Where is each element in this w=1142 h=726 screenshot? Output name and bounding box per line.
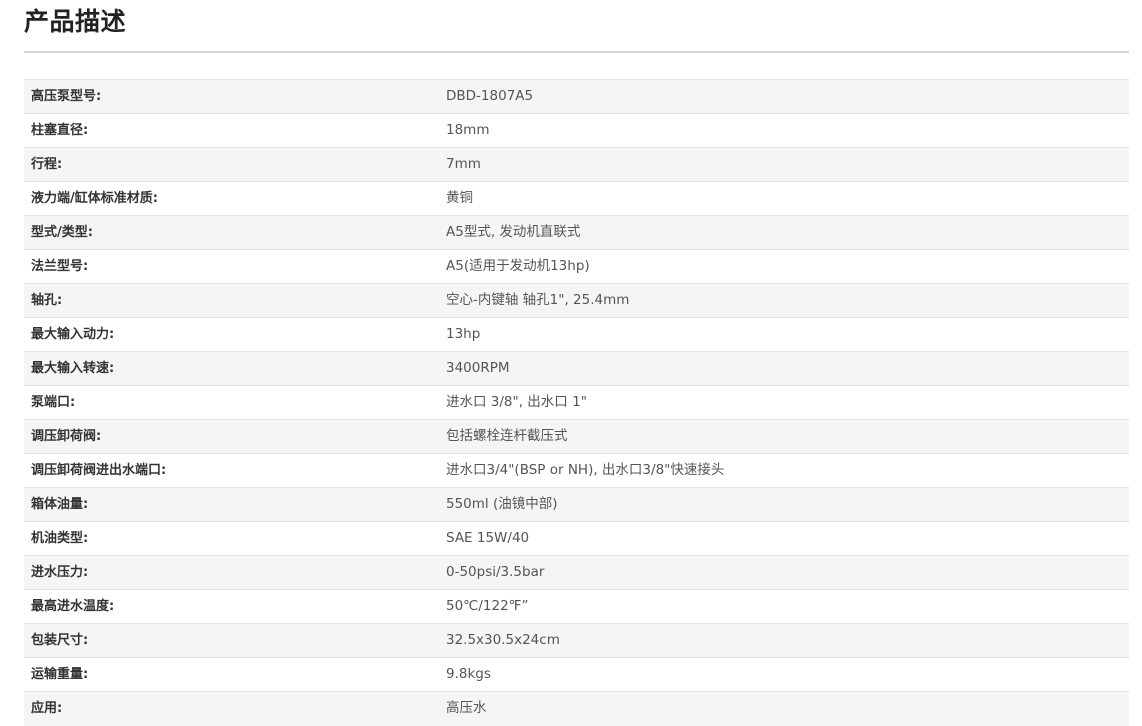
table-row: 机油类型: SAE 15W/40 [24,521,1129,556]
spec-value: A5型式, 发动机直联式 [439,215,1129,250]
spec-value: 3400RPM [439,351,1129,386]
spec-label: 轴孔: [24,283,439,318]
table-row: 应用: 高压水 [24,691,1129,726]
spec-label: 最大输入动力: [24,317,439,352]
table-row: 箱体油量: 550ml (油镜中部) [24,487,1129,522]
table-row: 最高进水温度: 50℃/122℉” [24,589,1129,624]
spec-label: 进水压力: [24,555,439,590]
table-row: 行程: 7mm [24,147,1129,182]
spec-label: 行程: [24,147,439,182]
spec-label: 最大输入转速: [24,351,439,386]
table-row: 最大输入转速: 3400RPM [24,351,1129,386]
table-row: 包装尺寸: 32.5x30.5x24cm [24,623,1129,658]
spec-label: 运输重量: [24,657,439,692]
spec-label: 液力端/缸体标准材质: [24,181,439,216]
table-row: 法兰型号: A5(适用于发动机13hp) [24,249,1129,284]
table-row: 高压泵型号: DBD-1807A5 [24,79,1129,114]
spec-value: 32.5x30.5x24cm [439,623,1129,658]
spec-label: 应用: [24,691,439,726]
spec-value: 进水口3/4"(BSP or NH), 出水口3/8"快速接头 [439,453,1129,488]
spec-table: 高压泵型号: DBD-1807A5 柱塞直径: 18mm 行程: 7mm 液力端… [24,79,1129,726]
table-row: 轴孔: 空心-内键轴 轴孔1", 25.4mm [24,283,1129,318]
spec-value: 进水口 3/8", 出水口 1" [439,385,1129,420]
spec-value: 7mm [439,147,1129,182]
spec-value: 包括螺栓连杆截压式 [439,419,1129,454]
spec-value: 黄铜 [439,181,1129,216]
table-row: 型式/类型: A5型式, 发动机直联式 [24,215,1129,250]
spec-value: 550ml (油镜中部) [439,487,1129,522]
spec-value: 空心-内键轴 轴孔1", 25.4mm [439,283,1129,318]
spec-value: SAE 15W/40 [439,521,1129,556]
spec-value: DBD-1807A5 [439,79,1129,114]
spec-label: 型式/类型: [24,215,439,250]
table-row: 调压卸荷阀: 包括螺栓连杆截压式 [24,419,1129,454]
title-divider [24,51,1129,53]
page-title: 产品描述 [24,7,127,36]
spec-value: 18mm [439,113,1129,148]
spec-label: 高压泵型号: [24,79,439,114]
table-row: 液力端/缸体标准材质: 黄铜 [24,181,1129,216]
table-row: 运输重量: 9.8kgs [24,657,1129,692]
spec-label: 最高进水温度: [24,589,439,624]
spec-label: 包装尺寸: [24,623,439,658]
spec-label: 调压卸荷阀: [24,419,439,454]
spec-value: 9.8kgs [439,657,1129,692]
table-row: 泵端口: 进水口 3/8", 出水口 1" [24,385,1129,420]
table-row: 柱塞直径: 18mm [24,113,1129,148]
spec-label: 机油类型: [24,521,439,556]
spec-label: 柱塞直径: [24,113,439,148]
spec-label: 调压卸荷阀进出水端口: [24,453,439,488]
table-row: 调压卸荷阀进出水端口: 进水口3/4"(BSP or NH), 出水口3/8"快… [24,453,1129,488]
spec-label: 箱体油量: [24,487,439,522]
spec-value: 高压水 [439,691,1129,726]
spec-value: 13hp [439,317,1129,352]
spec-label: 法兰型号: [24,249,439,284]
spec-value: 50℃/122℉” [439,589,1129,624]
spec-value: A5(适用于发动机13hp) [439,249,1129,284]
spec-label: 泵端口: [24,385,439,420]
table-row: 最大输入动力: 13hp [24,317,1129,352]
table-row: 进水压力: 0-50psi/3.5bar [24,555,1129,590]
spec-value: 0-50psi/3.5bar [439,555,1129,590]
